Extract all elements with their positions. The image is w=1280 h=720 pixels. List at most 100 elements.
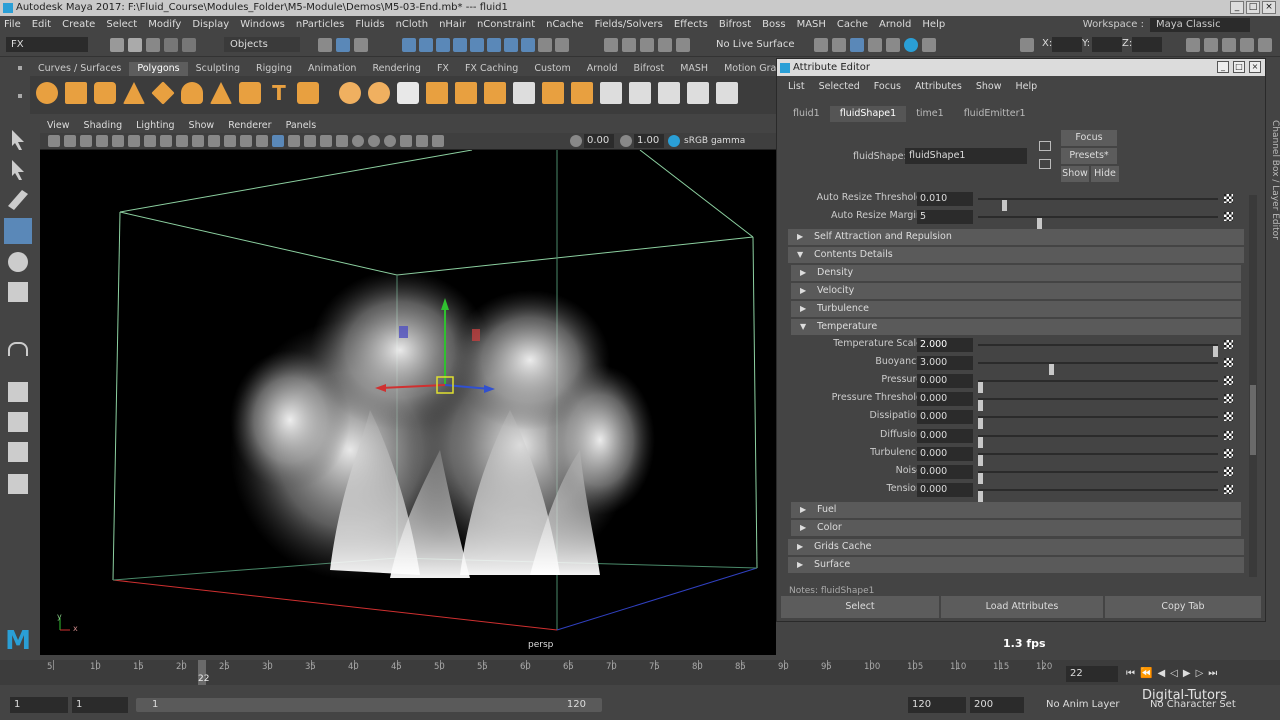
map-button-icon[interactable] [1224, 466, 1233, 476]
shelf-tab[interactable]: Arnold [579, 62, 626, 76]
select-joint-icon[interactable] [419, 38, 433, 52]
camera-attrib-icon[interactable] [64, 135, 76, 147]
color-management-icon[interactable] [668, 135, 680, 147]
viewport-menu-item[interactable]: Panels [286, 119, 317, 133]
shelf-tab[interactable]: Bifrost [626, 62, 673, 76]
maximize-button[interactable]: □ [1246, 1, 1260, 14]
colorspace-label[interactable]: sRGB gamma [684, 134, 745, 148]
step-forward-frame-icon[interactable]: ▷ [1196, 668, 1204, 679]
section-grids-cache[interactable]: ▶ Grids Cache [788, 539, 1244, 555]
character-controls-icon[interactable] [1204, 38, 1218, 52]
channel-box-side-tab[interactable]: Channel Box / Layer Editor [1266, 120, 1280, 240]
attribute-value-field[interactable]: 0.000 [917, 392, 973, 407]
poly-cube-icon[interactable] [65, 82, 87, 104]
shelf-tab[interactable]: FX Caching [457, 62, 526, 76]
offset-loop-icon[interactable] [629, 82, 651, 104]
motion-blur-icon[interactable] [368, 135, 380, 147]
start-time-field[interactable]: 1 [10, 697, 68, 713]
viewport-menu-item[interactable]: Lighting [136, 119, 174, 133]
attribute-slider-track[interactable] [978, 398, 1218, 412]
select-button[interactable]: Select [781, 596, 939, 618]
menu-item[interactable]: Bifrost [719, 19, 751, 30]
shelf-tab[interactable]: FX [429, 62, 457, 76]
paint-select-tool-icon[interactable] [8, 190, 28, 210]
combine-icon[interactable] [339, 82, 361, 104]
wireframe-icon[interactable] [256, 135, 268, 147]
ae-menu-item[interactable]: Show [976, 81, 1002, 92]
z-field[interactable] [1132, 37, 1162, 52]
copy-tab-button[interactable]: Copy Tab [1105, 596, 1261, 618]
attribute-slider-track[interactable] [978, 416, 1218, 430]
ae-node-tab[interactable]: fluid1 [783, 106, 830, 122]
workspace-selector[interactable]: Workspace : Maya Classic [1083, 16, 1280, 33]
hierarchy-mode-icon[interactable] [318, 38, 332, 52]
grid-icon[interactable] [144, 135, 156, 147]
attribute-editor-icon[interactable] [1222, 38, 1236, 52]
poly-cone-icon[interactable] [123, 82, 145, 104]
attribute-value-field[interactable]: 0.000 [917, 410, 973, 425]
menuset-dropdown[interactable]: FX [6, 37, 88, 52]
ae-menu-item[interactable]: Attributes [915, 81, 962, 92]
depth-of-field-icon[interactable] [400, 135, 412, 147]
viewport-menu-item[interactable]: Show [189, 119, 215, 133]
play-back-icon[interactable]: ◁ [1170, 668, 1178, 679]
map-button-icon[interactable] [1224, 358, 1233, 368]
attribute-slider-track[interactable] [978, 434, 1218, 448]
poly-sphere-icon[interactable] [36, 82, 58, 104]
redo-icon[interactable] [182, 38, 196, 52]
step-back-key-icon[interactable]: ⏪ [1140, 668, 1152, 679]
menu-item[interactable]: Windows [240, 19, 285, 30]
use-lights-icon[interactable] [320, 135, 332, 147]
construction-history-icon[interactable] [814, 38, 828, 52]
ae-scrollbar-thumb[interactable] [1250, 385, 1256, 455]
section-self-attraction[interactable]: ▶ Self Attraction and Repulsion [788, 229, 1244, 245]
move-tool-icon[interactable] [4, 218, 32, 244]
select-tool-icon[interactable] [12, 130, 24, 150]
multi-cut-icon[interactable] [513, 82, 535, 104]
object-mode-icon[interactable] [336, 38, 350, 52]
menu-item[interactable]: nCloth [396, 19, 428, 30]
attribute-slider-track[interactable] [978, 344, 1218, 357]
map-button-icon[interactable] [1224, 194, 1233, 203]
exposure-field[interactable]: 0.00 [584, 134, 614, 148]
image-plane-icon[interactable] [96, 135, 108, 147]
select-curve-icon[interactable] [436, 38, 450, 52]
menu-item[interactable]: Select [106, 19, 137, 30]
focus-button[interactable]: Focus [1061, 130, 1117, 146]
open-scene-icon[interactable] [128, 38, 142, 52]
snap-surface-icon[interactable] [676, 38, 690, 52]
minimize-button[interactable]: _ [1230, 1, 1244, 14]
shelf-tab[interactable]: Custom [526, 62, 578, 76]
single-view-icon[interactable] [8, 382, 28, 402]
map-button-icon[interactable] [1224, 394, 1233, 404]
focus-input-icon[interactable] [1039, 141, 1051, 151]
play-forward-icon[interactable]: ▶ [1183, 668, 1191, 679]
render-current-icon[interactable] [832, 38, 846, 52]
menu-item[interactable]: nCache [546, 19, 583, 30]
undo-icon[interactable] [164, 38, 178, 52]
attribute-value-field[interactable]: 0.000 [917, 446, 973, 461]
snap-view-icon[interactable] [658, 38, 672, 52]
film-gate-icon[interactable] [160, 135, 172, 147]
tool-settings-icon[interactable] [1240, 38, 1254, 52]
uv-editor-icon[interactable] [687, 82, 709, 104]
ae-menu-item[interactable]: List [788, 81, 805, 92]
modeling-toolkit-icon[interactable] [1186, 38, 1200, 52]
extrude-icon[interactable] [484, 82, 506, 104]
attribute-slider-track[interactable] [978, 216, 1218, 229]
go-to-end-icon[interactable]: ⏭ [1208, 668, 1217, 679]
current-frame-field[interactable]: 22 [1066, 666, 1118, 682]
xray-icon[interactable] [432, 135, 444, 147]
menu-item[interactable]: Edit [32, 19, 51, 30]
ae-scrollbar[interactable] [1249, 195, 1257, 577]
node-name-field[interactable]: fluidShape1 [905, 148, 1027, 164]
playback-end-field[interactable]: 120 [908, 697, 966, 713]
menu-item[interactable]: File [4, 19, 21, 30]
viewport-menu-item[interactable]: Renderer [228, 119, 271, 133]
ae-minimize-button[interactable]: _ [1217, 61, 1229, 73]
scale-tool-icon[interactable] [8, 282, 28, 302]
poly-cylinder-icon[interactable] [94, 82, 116, 104]
select-render-icon[interactable] [504, 38, 518, 52]
shelf-tab[interactable]: Rigging [248, 62, 300, 76]
rotate-tool-icon[interactable] [8, 252, 28, 272]
